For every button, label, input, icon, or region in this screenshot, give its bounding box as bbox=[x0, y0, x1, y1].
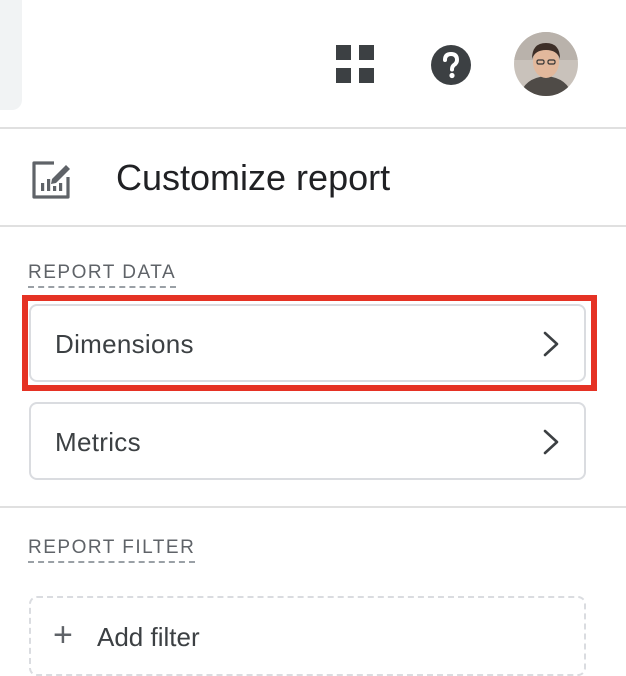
chevron-right-icon bbox=[543, 331, 559, 357]
metrics-label: Metrics bbox=[55, 427, 141, 457]
report-filter-label: REPORT FILTER bbox=[28, 537, 196, 563]
metrics-row[interactable]: Metrics bbox=[29, 402, 586, 480]
add-filter-button[interactable]: + Add filter bbox=[29, 596, 586, 676]
chevron-right-icon bbox=[543, 429, 559, 455]
section-divider bbox=[0, 506, 626, 508]
apps-grid-icon[interactable] bbox=[336, 45, 374, 83]
dimensions-row[interactable]: Dimensions bbox=[29, 304, 586, 382]
user-avatar[interactable] bbox=[514, 32, 578, 96]
help-circle-icon[interactable] bbox=[430, 44, 472, 86]
report-data-label: REPORT DATA bbox=[28, 262, 177, 288]
customize-report-header: Customize report bbox=[0, 129, 626, 227]
dimensions-label: Dimensions bbox=[55, 329, 194, 359]
top-app-bar bbox=[0, 0, 626, 129]
panel-title: Customize report bbox=[116, 157, 391, 198]
plus-icon: + bbox=[53, 616, 73, 654]
add-filter-label: Add filter bbox=[97, 622, 200, 652]
customize-report-icon bbox=[32, 161, 70, 199]
search-bar-edge[interactable] bbox=[0, 0, 22, 110]
